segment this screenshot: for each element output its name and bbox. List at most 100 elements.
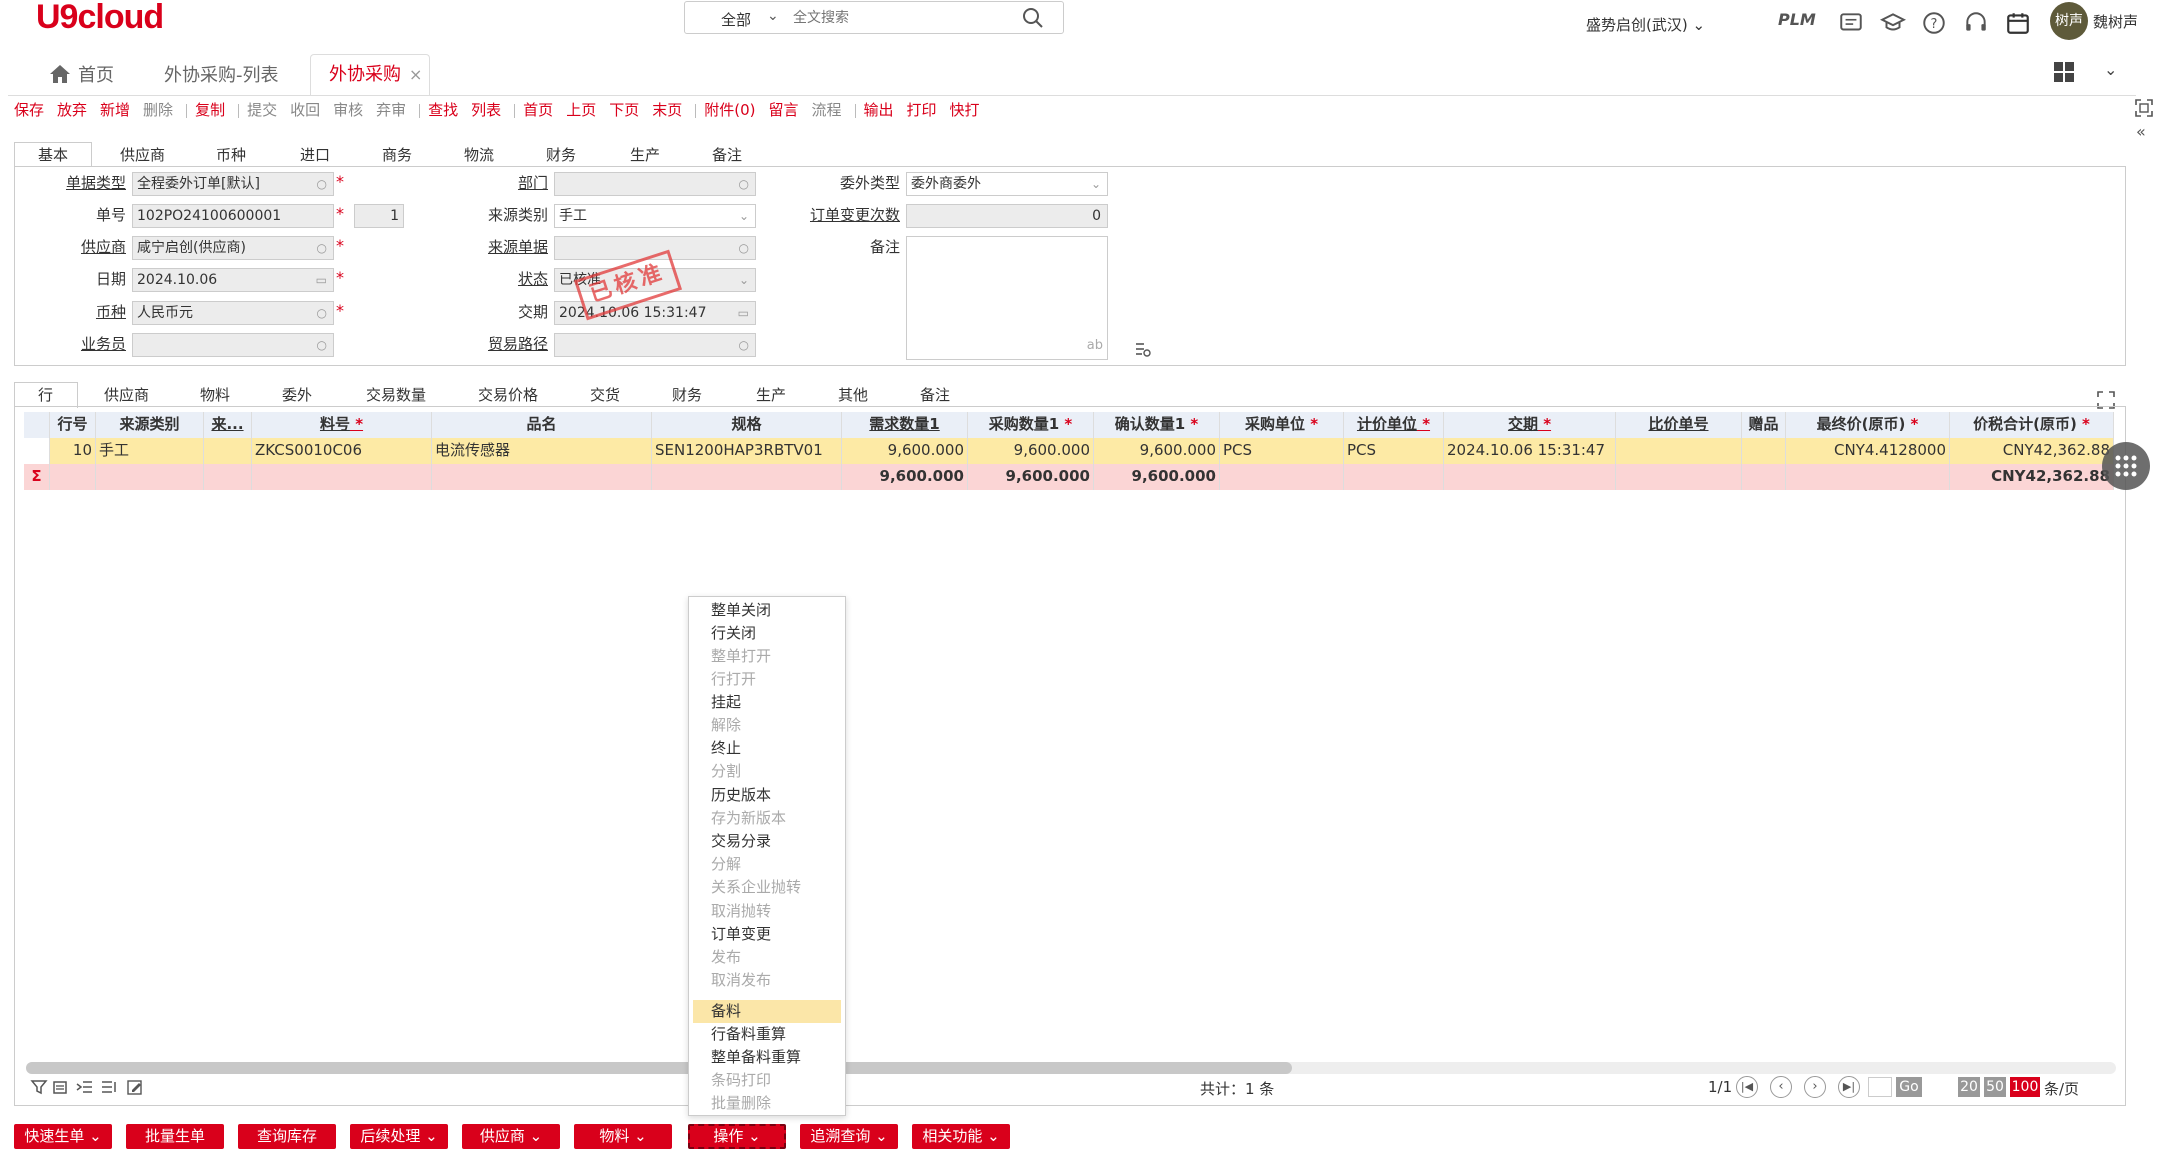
help-icon[interactable]: ? [1921,10,1947,36]
col-line-no[interactable]: 行号 [50,412,96,438]
col-final-price[interactable]: 最终价(原币) * [1786,412,1950,438]
currency-label[interactable]: 币种 [52,301,126,322]
cell-gift[interactable] [1742,438,1786,464]
line-tab-row[interactable]: 行 [38,384,53,405]
page-size-20[interactable]: 20 [1958,1077,1980,1097]
col-source-type[interactable]: 来源类别 [96,412,204,438]
search-input[interactable] [793,8,1013,28]
quick-generate-button[interactable]: 快速生单 ⌄ [14,1124,112,1149]
line-tab-trade-price[interactable]: 交易价格 [478,384,538,405]
line-tab-other[interactable]: 其他 [838,384,868,405]
lookup-icon[interactable]: ○ [739,237,749,259]
cell-item-name[interactable]: 电流传感器 [432,438,652,464]
lookup-icon[interactable]: ○ [739,334,749,356]
chevron-down-icon[interactable]: ⌄ [2104,60,2117,79]
list-button[interactable]: 列表 [471,98,501,122]
cell-confirm-qty[interactable]: 9,600.000 [1094,438,1220,464]
trade-path-label[interactable]: 贸易路径 [466,333,548,354]
supplier-field[interactable]: 咸宁启创(供应商) ○ [132,236,334,260]
col-compare-no[interactable]: 比价单号 [1616,412,1742,438]
approve-button[interactable]: 审核 [333,98,363,122]
col-item-code[interactable]: 料号 * [252,412,432,438]
last-page-button[interactable]: 末页 [652,98,682,122]
doc-type-label[interactable]: 单据类型 [52,172,126,193]
page-size-50[interactable]: 50 [1984,1077,2006,1097]
insert-row-icon[interactable] [76,1078,94,1096]
col-confirm-qty[interactable]: 确认数量1 * [1094,412,1220,438]
tab-logistics[interactable]: 物流 [464,144,494,165]
go-button[interactable]: Go [1896,1077,1922,1097]
operation-menu-button[interactable]: 操作 ⌄ [688,1124,786,1149]
lookup-icon[interactable]: ○ [739,173,749,195]
menu-item-suspend[interactable]: 挂起 [689,691,845,714]
home-icon[interactable] [48,62,72,86]
line-tab-supplier[interactable]: 供应商 [104,384,149,405]
tab-business[interactable]: 商务 [382,144,412,165]
col-price-unit[interactable]: 计价单位 * [1344,412,1444,438]
doc-no-field[interactable]: 102PO24100600001 [132,204,334,228]
avatar[interactable]: 树声 [2050,2,2088,40]
line-tab-finance[interactable]: 财务 [672,384,702,405]
find-button[interactable]: 查找 [428,98,458,122]
cell-price-unit[interactable]: PCS [1344,438,1444,464]
material-menu-button[interactable]: 物料 ⌄ [574,1124,672,1149]
change-count-label[interactable]: 订单变更次数 [790,204,900,225]
discard-button[interactable]: 放弃 [57,98,87,122]
chevron-down-icon[interactable]: ⌄ [739,205,749,227]
col-delivery[interactable]: 交期 * [1444,412,1616,438]
chevron-down-icon[interactable]: ⌄ [1091,173,1101,195]
cell-line-no[interactable]: 10 [50,438,96,464]
workflow-button[interactable]: 流程 [812,98,842,122]
menu-item-order-prep-recalc[interactable]: 整单备料重算 [689,1046,845,1069]
dept-label[interactable]: 部门 [466,172,548,193]
col-source[interactable]: 来... [204,412,252,438]
source-type-select[interactable]: 手工 ⌄ [554,204,756,228]
calendar-icon[interactable]: ▭ [738,302,749,324]
print-button[interactable]: 打印 [907,98,937,122]
menu-item-related-transfer[interactable]: 关系企业抛转 [689,876,845,899]
batch-edit-icon[interactable] [52,1078,70,1096]
related-functions-button[interactable]: 相关功能 ⌄ [912,1124,1010,1149]
message-icon[interactable] [1838,10,1864,36]
fullscreen-icon[interactable] [2134,98,2154,118]
first-page-icon[interactable]: |◀ [1736,1076,1758,1098]
menu-item-publish[interactable]: 发布 [689,946,845,969]
menu-item-decompose[interactable]: 分解 [689,853,845,876]
supplier-label[interactable]: 供应商 [52,236,126,257]
add-button[interactable]: 新增 [100,98,130,122]
grid-menu-icon[interactable] [2052,60,2076,84]
salesman-field[interactable]: ○ [132,333,334,357]
source-doc-label[interactable]: 来源单据 [466,236,548,257]
collapse-icon[interactable]: « [2136,122,2146,141]
col-po-qty[interactable]: 采购数量1 * [968,412,1094,438]
row-selector[interactable] [24,438,50,464]
search-scope-select[interactable]: 全部 [721,9,751,30]
unapprove-button[interactable]: 弃审 [376,98,406,122]
line-tab-trade-qty[interactable]: 交易数量 [366,384,426,405]
append-row-icon[interactable] [100,1078,118,1096]
col-req-qty[interactable]: 需求数量1 [842,412,968,438]
plm-icon[interactable]: PLM [1778,10,1818,36]
remark-textarea[interactable]: ab [906,236,1108,360]
status-label[interactable]: 状态 [466,268,548,289]
query-inventory-button[interactable]: 查询库存 [238,1124,336,1149]
prev-page-button[interactable]: 上页 [566,98,596,122]
cell-source[interactable] [204,438,252,464]
lookup-icon[interactable]: ○ [317,173,327,195]
next-page-icon[interactable]: › [1804,1076,1826,1098]
cell-total-amount[interactable]: CNY42,362.88 [1950,438,2114,464]
search-icon[interactable] [1021,6,1045,30]
followup-process-button[interactable]: 后续处理 ⌄ [350,1124,448,1149]
last-page-icon[interactable]: ▶| [1838,1076,1860,1098]
tab-currency[interactable]: 币种 [216,144,246,165]
tab-home[interactable]: 首页 [78,58,114,96]
menu-item-batch-delete[interactable]: 批量删除 [689,1092,845,1115]
menu-item-order-change[interactable]: 订单变更 [689,923,845,946]
menu-item-history-version[interactable]: 历史版本 [689,784,845,807]
menu-item-unpublish[interactable]: 取消发布 [689,969,845,992]
lookup-icon[interactable]: ○ [317,334,327,356]
recall-button[interactable]: 收回 [290,98,320,122]
cell-req-qty[interactable]: 9,600.000 [842,438,968,464]
chevron-down-icon[interactable]: ⌄ [767,8,779,24]
copy-button[interactable]: 复制 [195,98,225,122]
